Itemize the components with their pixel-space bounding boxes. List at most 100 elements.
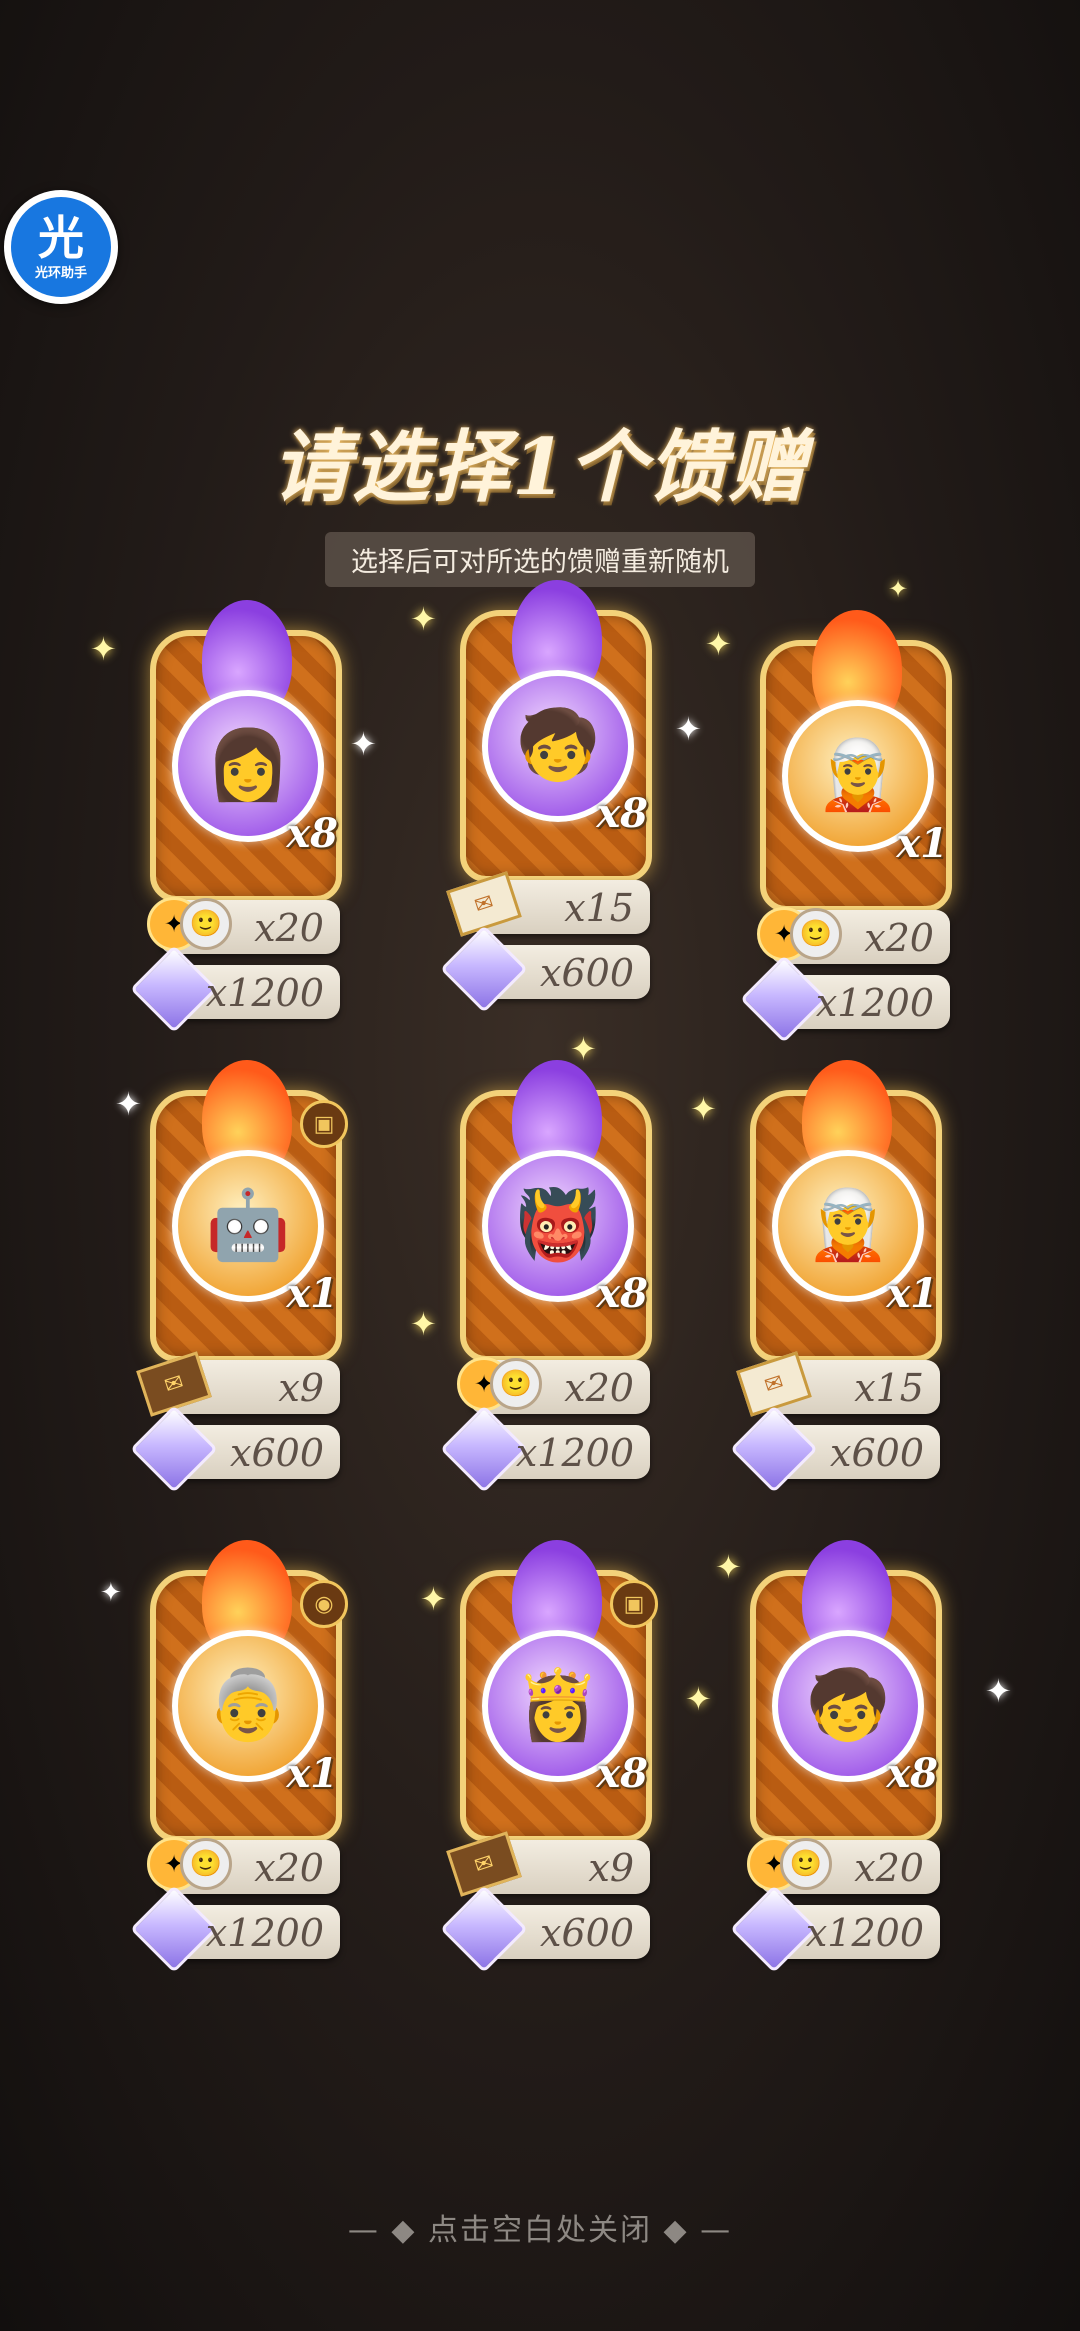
reward-row: x1200 [130,1885,340,1973]
app-badge-glyph: 光 [38,210,84,265]
multiplier-label: x8 [596,1750,648,1797]
reward-row: x600 [440,1885,650,1973]
gift-card[interactable]: 👸 x8 ▣ ✉ x9 x600 [440,1540,658,1980]
multiplier-label: x1 [286,1270,338,1317]
app-badge-name: 光环助手 [34,265,87,281]
diamond-icon [130,1885,218,1973]
reward-value: x1200 [815,981,934,1025]
gem-icon [130,945,218,1033]
reward-row: ✦ 🙂 x20 [747,1837,940,1894]
sparkle-icon: ✦ [410,600,437,638]
gift-card[interactable]: 🤖 x1 ▣ ✉ x9 x600 [130,1060,348,1500]
reward-value: x1200 [805,1911,924,1955]
gift-card[interactable]: 🧝 x1 ✦ 🙂 x20 x1200 [740,610,952,1050]
sparkle-icon: ✦ [350,725,377,763]
reward-value: x600 [230,1431,324,1475]
gem-icon [730,1885,818,1973]
reward-row: ✦ 🙂 x20 [147,1837,340,1894]
reward-row: x1200 [740,955,950,1043]
reward-value: x1200 [515,1431,634,1475]
multiplier-label: x8 [596,790,648,837]
sparkle-icon: ✦ [985,1672,1012,1710]
reward-value: x600 [540,951,634,995]
avatar-icon: 🙂 [790,908,842,960]
diamond-icon [130,1405,218,1493]
reward-row: x1200 [440,1405,650,1493]
gem-icon [440,1405,528,1493]
avatar-icon: 🙂 [180,1838,232,1890]
reward-value: x20 [254,1846,324,1890]
character-face-icon: 🧝 [805,1186,891,1265]
gem-icon [730,1405,818,1493]
reward-value: x20 [864,916,934,960]
gem-icon [740,955,828,1043]
character-face-icon: 👵 [205,1666,291,1745]
gift-selection-overlay[interactable]: ✦ ✦ ✦ ✦ ✦ ✦ ✦ ✦ ✦ ✦ ✦ ✦ ✦ ✦ ✦ 光 光环助手 请选择… [0,0,1080,2331]
sparkle-icon: ✦ [705,625,732,663]
reward-value: x20 [254,906,324,950]
character-face-icon: 🧒 [515,706,601,785]
multiplier-label: x8 [886,1750,938,1797]
gem-icon [440,1885,528,1973]
corner-badge-icon: ▣ [300,1100,348,1148]
reward-row: ✦ 🙂 x20 [757,907,950,964]
reward-row: ✦ 🙂 x20 [457,1357,650,1414]
diamond-icon [730,1405,818,1493]
multiplier-label: x8 [286,810,338,857]
app-badge-icon: 光 光环助手 [11,197,111,297]
character-face-icon: 👹 [515,1186,601,1265]
character-face-icon: 👩 [205,726,291,805]
reward-row: ✉ x15 [736,1351,940,1417]
diamond-icon [130,945,218,1033]
gift-card[interactable]: 👩 x8 ✦ 🙂 x20 x1200 [130,600,342,1040]
diamond-icon [730,1885,818,1973]
corner-badge-icon: ▣ [610,1580,658,1628]
character-face-icon: 🧒 [805,1666,891,1745]
reward-row: ✉ x15 [446,871,650,937]
gift-card[interactable]: 🧝 x1 ✉ x15 x600 [730,1060,942,1500]
multiplier-label: x8 [596,1270,648,1317]
gem-icon [130,1405,218,1493]
reward-row: x600 [440,925,650,1013]
page-title: 请选择1个馈赠 [271,422,809,513]
character-face-icon: 👸 [515,1666,601,1745]
gift-card[interactable]: 👹 x8 ✦ 🙂 x20 x1200 [440,1060,652,1500]
diamond-icon [440,925,528,1013]
avatar-icon: 🙂 [180,898,232,950]
reward-row: x600 [730,1405,940,1493]
sparkle-icon: ✦ [685,1680,712,1718]
reward-value: x15 [854,1366,924,1410]
reward-value: x1200 [205,1911,324,1955]
gift-card[interactable]: 🧒 x8 ✉ x15 x600 [440,580,652,1020]
reward-row: ✉ x9 [136,1351,340,1417]
multiplier-label: x1 [896,820,948,867]
character-face-icon: 🧝 [815,736,901,815]
reward-row: x600 [130,1405,340,1493]
sparkle-icon: ✦ [675,710,702,748]
diamond-icon [440,1885,528,1973]
sparkle-icon: ✦ [100,1578,122,1608]
reward-value: x9 [278,1366,324,1410]
avatar-icon: 🙂 [780,1838,832,1890]
reward-row: x1200 [730,1885,940,1973]
corner-badge-icon: ◉ [300,1580,348,1628]
close-hint[interactable]: — ◆ 点击空白处关闭 ◆ — [0,2205,1080,2249]
character-face-icon: 🤖 [205,1186,291,1265]
gift-card[interactable]: 👵 x1 ◉ ✦ 🙂 x20 x1200 [130,1540,348,1980]
app-badge[interactable]: 光 光环助手 [4,190,118,304]
reward-value: x9 [588,1846,634,1890]
reward-value: x20 [564,1366,634,1410]
reward-row: ✦ 🙂 x20 [147,897,340,954]
subtitle: 选择后可对所选的馈赠重新随机 [325,532,755,587]
gift-card[interactable]: 🧒 x8 ✦ 🙂 x20 x1200 [730,1540,942,1980]
reward-row: x1200 [130,945,340,1033]
gem-icon [440,925,528,1013]
diamond-icon [440,1405,528,1493]
reward-value: x20 [854,1846,924,1890]
sparkle-icon: ✦ [115,1085,142,1123]
reward-row: ✉ x9 [446,1831,650,1897]
diamond-icon [740,955,828,1043]
sparkle-icon: ✦ [420,1580,447,1618]
sparkle-icon: ✦ [715,1548,742,1586]
reward-value: x1200 [205,971,324,1015]
